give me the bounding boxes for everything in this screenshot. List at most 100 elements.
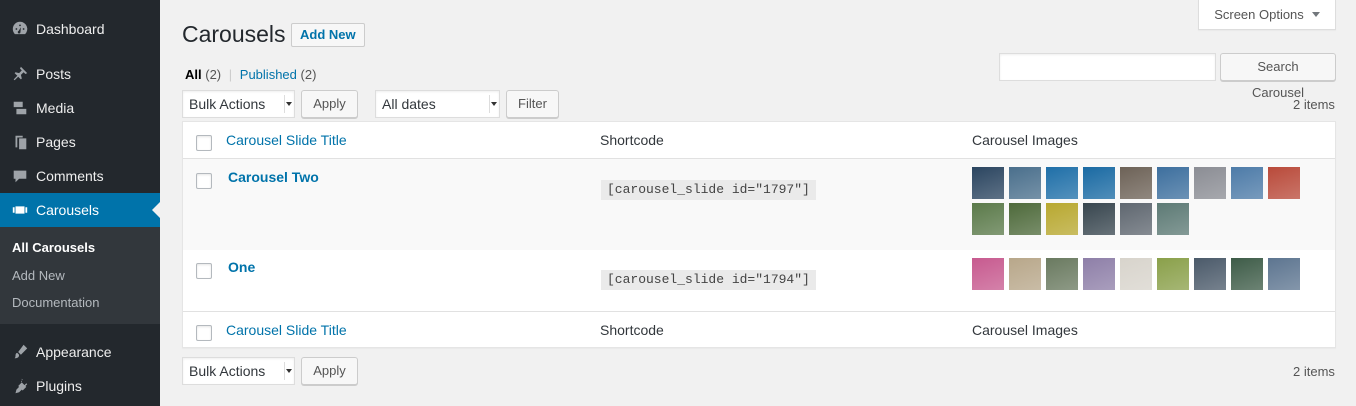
carousel-thumbnail bbox=[1231, 167, 1263, 199]
filter-separator: | bbox=[228, 67, 233, 82]
date-filter-value: All dates bbox=[382, 96, 436, 112]
carousel-thumbnail bbox=[1046, 167, 1078, 199]
search-input[interactable] bbox=[999, 53, 1216, 81]
sidebar-item-label: Posts bbox=[36, 66, 72, 82]
carousel-thumbnail bbox=[1046, 258, 1078, 290]
sidebar-item-label: Comments bbox=[36, 168, 104, 184]
select-all-checkbox[interactable] bbox=[196, 325, 212, 341]
column-title-header[interactable]: Carousel Slide Title bbox=[226, 132, 347, 148]
carousel-thumbnail bbox=[1268, 167, 1300, 199]
items-count-bottom: 2 items bbox=[1293, 364, 1335, 379]
caret-down-icon bbox=[1311, 12, 1320, 17]
row-title-link[interactable]: Carousel Two bbox=[228, 169, 319, 185]
sidebar-item-plugins[interactable]: Plugins bbox=[0, 369, 160, 403]
carousel-thumbnail bbox=[1046, 203, 1078, 235]
carousel-thumbnail bbox=[972, 258, 1004, 290]
shortcode-value: [carousel_slide id="1794"] bbox=[601, 270, 816, 290]
filter-published-count: (2) bbox=[300, 67, 317, 82]
column-shortcode-header: Shortcode bbox=[600, 132, 664, 148]
sidebar-item-label: Appearance bbox=[36, 343, 112, 360]
apply-button-top[interactable]: Apply bbox=[301, 90, 358, 118]
sidebar-item-label: Pages bbox=[36, 134, 76, 150]
select-caret-icon bbox=[284, 362, 292, 380]
admin-sidebar: Dashboard Posts Media Pages Comments Car… bbox=[0, 0, 160, 406]
table-row: One [carousel_slide id="1794"] bbox=[183, 250, 1335, 312]
sidebar-item-dashboard[interactable]: Dashboard bbox=[0, 12, 160, 46]
carousels-table: Carousel Slide Title Shortcode Carousel … bbox=[182, 121, 1336, 348]
column-title-footer[interactable]: Carousel Slide Title bbox=[226, 322, 347, 338]
carousel-thumbnail bbox=[1120, 203, 1152, 235]
carousel-thumbnail bbox=[1009, 258, 1041, 290]
filter-all-count: (2) bbox=[205, 67, 222, 82]
carousels-submenu: All Carousels Add New Documentation bbox=[0, 227, 160, 324]
sidebar-item-appearance[interactable]: Appearance bbox=[0, 335, 160, 369]
bulk-actions-value: Bulk Actions bbox=[189, 96, 266, 112]
bulk-actions-value: Bulk Actions bbox=[189, 363, 266, 379]
carousel-thumbnail bbox=[1231, 258, 1263, 290]
date-filter-select[interactable]: All dates bbox=[375, 90, 500, 118]
sidebar-item-media[interactable]: Media bbox=[0, 91, 160, 125]
column-images-header: Carousel Images bbox=[972, 132, 1078, 148]
column-shortcode-footer: Shortcode bbox=[600, 322, 664, 338]
items-count-top: 2 items bbox=[1293, 97, 1335, 112]
submenu-item-documentation[interactable]: Documentation bbox=[0, 289, 160, 317]
sidebar-top-spacer bbox=[0, 0, 160, 12]
sidebar-item-label: Media bbox=[36, 100, 75, 116]
comment-icon bbox=[10, 166, 30, 186]
carousel-thumbnail bbox=[1157, 258, 1189, 290]
carousel-thumbnail bbox=[1083, 258, 1115, 290]
select-caret-icon bbox=[489, 95, 497, 113]
apply-button-bottom[interactable]: Apply bbox=[301, 357, 358, 385]
brush-icon bbox=[10, 342, 30, 362]
add-new-button[interactable]: Add New bbox=[291, 23, 365, 47]
screen-options-button[interactable]: Screen Options bbox=[1198, 0, 1336, 30]
carousel-thumbnail bbox=[1009, 203, 1041, 235]
carousel-icon bbox=[10, 200, 30, 220]
sidebar-item-label: Dashboard bbox=[36, 21, 105, 37]
select-caret-icon bbox=[284, 95, 292, 113]
search-carousel-button[interactable]: Search Carousel bbox=[1220, 53, 1336, 100]
carousel-thumbnail bbox=[1194, 258, 1226, 290]
screen-options-label: Screen Options bbox=[1214, 7, 1304, 22]
table-header-row: Carousel Slide Title Shortcode Carousel … bbox=[183, 122, 1335, 159]
column-images-footer: Carousel Images bbox=[972, 322, 1078, 338]
dashboard-icon bbox=[10, 19, 30, 39]
sidebar-item-label: Plugins bbox=[36, 377, 82, 394]
carousel-thumbnail bbox=[1157, 203, 1189, 235]
row-title-link[interactable]: One bbox=[228, 259, 255, 275]
filter-all-link[interactable]: All bbox=[185, 67, 202, 82]
carousel-thumbnail bbox=[972, 203, 1004, 235]
carousel-thumbnail bbox=[1120, 167, 1152, 199]
carousel-thumbnail bbox=[1157, 167, 1189, 199]
carousel-thumbnail bbox=[1194, 167, 1226, 199]
table-row: Carousel Two [carousel_slide id="1797"] bbox=[183, 159, 1335, 250]
bulk-actions-select-top[interactable]: Bulk Actions bbox=[182, 90, 295, 118]
row-checkbox[interactable] bbox=[196, 263, 212, 279]
submenu-item-all-carousels[interactable]: All Carousels bbox=[0, 234, 160, 262]
shortcode-value: [carousel_slide id="1797"] bbox=[601, 180, 816, 200]
bulk-actions-select-bottom[interactable]: Bulk Actions bbox=[182, 357, 295, 385]
carousel-thumbnail bbox=[1268, 258, 1300, 290]
carousel-thumbnail bbox=[1083, 167, 1115, 199]
sidebar-item-carousels[interactable]: Carousels bbox=[0, 193, 160, 227]
row-checkbox[interactable] bbox=[196, 173, 212, 189]
carousel-thumbnail bbox=[1083, 203, 1115, 235]
carousel-images bbox=[972, 258, 1312, 294]
select-all-checkbox[interactable] bbox=[196, 135, 212, 151]
sidebar-item-label: Carousels bbox=[36, 202, 100, 218]
table-footer-row: Carousel Slide Title Shortcode Carousel … bbox=[183, 311, 1335, 348]
filter-button[interactable]: Filter bbox=[506, 90, 559, 118]
carousel-thumbnail bbox=[1120, 258, 1152, 290]
status-filters: All (2) | Published (2) bbox=[185, 67, 316, 82]
plugin-icon bbox=[10, 376, 30, 396]
sidebar-item-comments[interactable]: Comments bbox=[0, 159, 160, 193]
sidebar-item-pages[interactable]: Pages bbox=[0, 125, 160, 159]
media-icon bbox=[10, 98, 30, 118]
filter-published-link[interactable]: Published bbox=[240, 67, 297, 82]
carousel-thumbnail bbox=[972, 167, 1004, 199]
page-title: Carousels bbox=[182, 21, 286, 47]
sidebar-item-posts[interactable]: Posts bbox=[0, 57, 160, 91]
submenu-item-add-new[interactable]: Add New bbox=[0, 262, 160, 290]
